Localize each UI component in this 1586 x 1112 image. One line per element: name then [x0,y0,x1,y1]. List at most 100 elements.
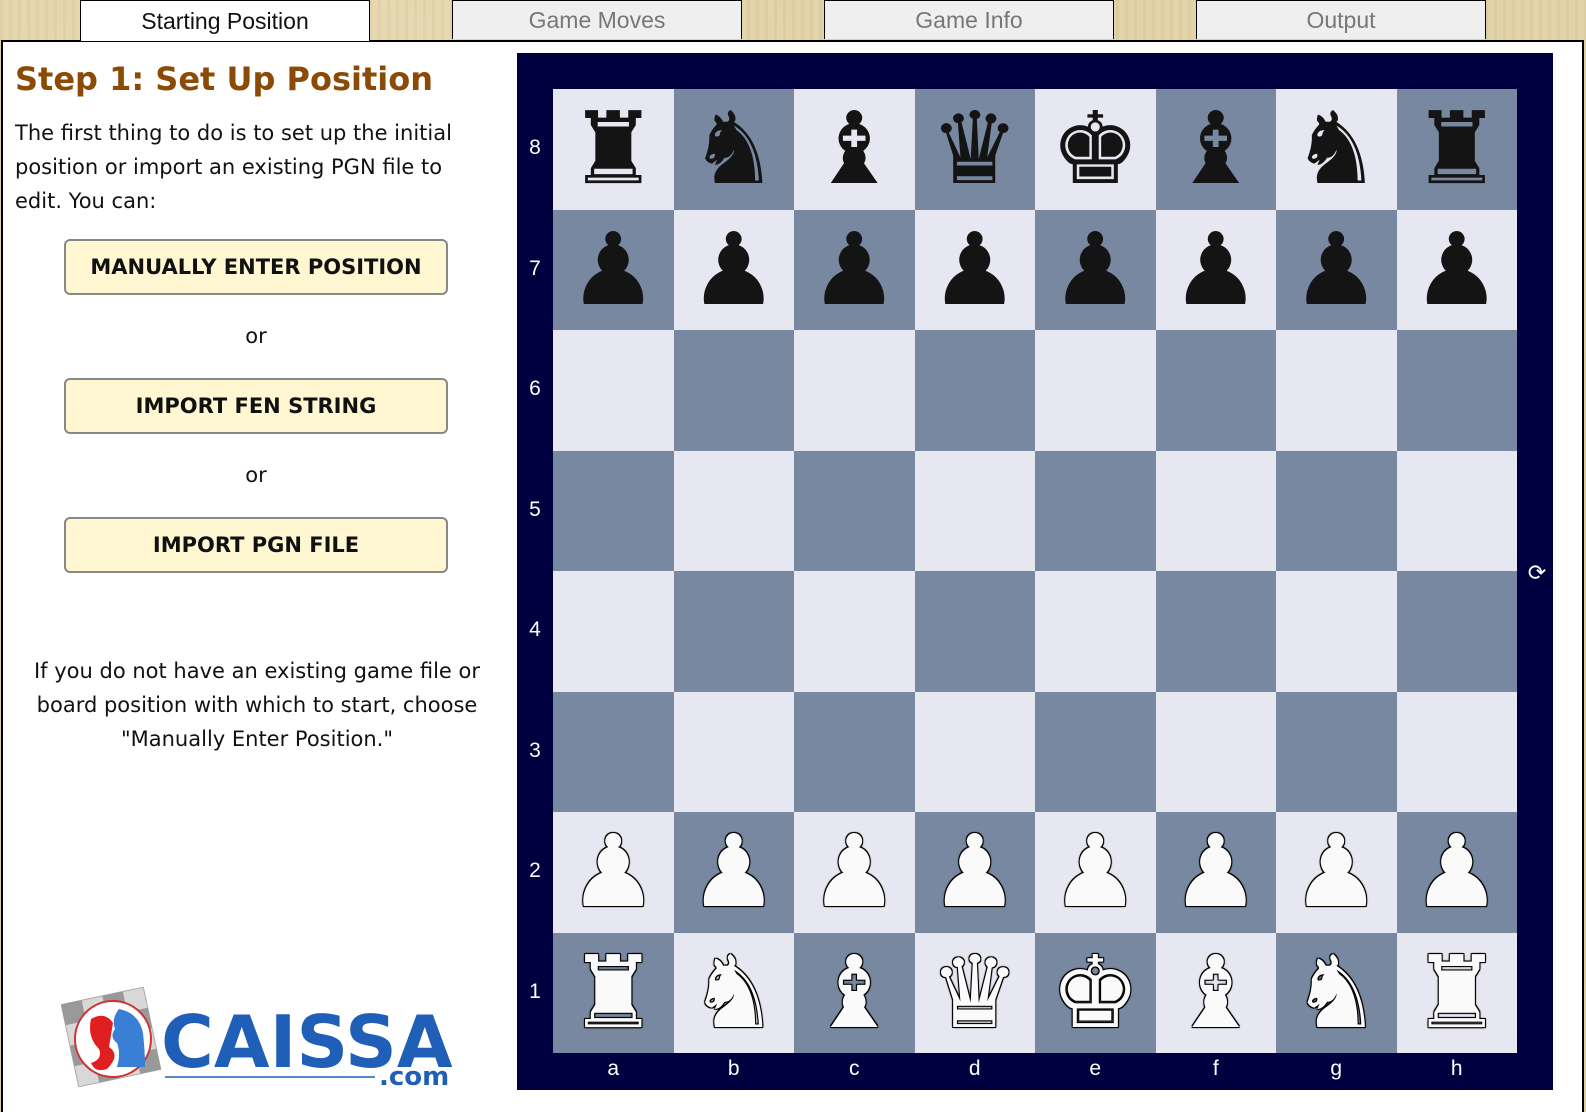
square-g2[interactable]: ♟ [1276,812,1397,933]
black-pawn-piece[interactable]: ♟ [1291,219,1381,320]
square-f6[interactable] [1155,330,1276,451]
square-g7[interactable]: ♟ [1276,209,1397,330]
square-a6[interactable] [553,330,674,451]
black-rook-piece[interactable]: ♜ [1412,99,1502,199]
square-h1[interactable]: ♜ [1396,932,1517,1053]
square-b4[interactable] [673,571,794,692]
square-h6[interactable] [1396,330,1517,451]
square-g1[interactable]: ♞ [1276,932,1397,1053]
black-pawn-piece[interactable]: ♟ [568,219,658,320]
black-pawn-piece[interactable]: ♟ [1050,219,1140,320]
manually-enter-position-button[interactable]: MANUALLY ENTER POSITION [64,239,448,295]
white-bishop-piece[interactable]: ♝ [1171,942,1261,1043]
square-a8[interactable]: ♜ [553,89,674,210]
square-c2[interactable]: ♟ [794,812,915,933]
square-f4[interactable] [1155,571,1276,692]
square-d2[interactable]: ♟ [914,812,1035,933]
square-g6[interactable] [1276,330,1397,451]
square-a5[interactable] [553,450,674,571]
tab-game-info[interactable]: Game Info [824,0,1114,39]
square-e6[interactable] [1035,330,1156,451]
black-pawn-piece[interactable]: ♟ [930,219,1020,320]
square-f1[interactable]: ♝ [1155,932,1276,1053]
white-rook-piece[interactable]: ♜ [1412,942,1502,1043]
square-a2[interactable]: ♟ [553,812,674,933]
square-c8[interactable]: ♝ [794,89,915,210]
square-c7[interactable]: ♟ [794,209,915,330]
white-queen-piece[interactable]: ♛ [930,942,1020,1043]
import-fen-string-button[interactable]: IMPORT FEN STRING [64,378,448,434]
square-e2[interactable]: ♟ [1035,812,1156,933]
square-h8[interactable]: ♜ [1396,89,1517,210]
square-b1[interactable]: ♞ [673,932,794,1053]
black-rook-piece[interactable]: ♜ [568,99,658,199]
square-f7[interactable]: ♟ [1155,209,1276,330]
square-a1[interactable]: ♜ [553,932,674,1053]
white-pawn-piece[interactable]: ♟ [568,822,658,922]
square-d8[interactable]: ♛ [914,89,1035,210]
square-f8[interactable]: ♝ [1155,89,1276,210]
square-d3[interactable] [914,691,1035,812]
square-g3[interactable] [1276,691,1397,812]
white-bishop-piece[interactable]: ♝ [809,942,899,1043]
square-c6[interactable] [794,330,915,451]
square-f3[interactable] [1155,691,1276,812]
square-b8[interactable]: ♞ [673,89,794,210]
tab-game-moves[interactable]: Game Moves [452,0,742,39]
black-knight-piece[interactable]: ♞ [689,99,779,199]
square-d6[interactable] [914,330,1035,451]
square-b7[interactable]: ♟ [673,209,794,330]
square-d1[interactable]: ♛ [914,932,1035,1053]
square-d4[interactable] [914,571,1035,692]
white-pawn-piece[interactable]: ♟ [689,822,779,922]
square-c5[interactable] [794,450,915,571]
square-d7[interactable]: ♟ [914,209,1035,330]
black-knight-piece[interactable]: ♞ [1291,99,1381,199]
flip-board-button[interactable]: ⟳ [1523,559,1551,587]
import-pgn-file-button[interactable]: IMPORT PGN FILE [64,517,448,573]
black-pawn-piece[interactable]: ♟ [1412,219,1502,320]
black-pawn-piece[interactable]: ♟ [1171,219,1261,320]
square-a3[interactable] [553,691,674,812]
square-g4[interactable] [1276,571,1397,692]
black-bishop-piece[interactable]: ♝ [809,99,899,199]
black-pawn-piece[interactable]: ♟ [689,219,779,320]
white-pawn-piece[interactable]: ♟ [809,822,899,922]
square-b5[interactable] [673,450,794,571]
white-king-piece[interactable]: ♚ [1050,942,1140,1043]
black-king-piece[interactable]: ♚ [1050,99,1140,199]
square-g5[interactable] [1276,450,1397,571]
square-g8[interactable]: ♞ [1276,89,1397,210]
tab-output[interactable]: Output [1196,0,1486,39]
square-e3[interactable] [1035,691,1156,812]
white-pawn-piece[interactable]: ♟ [1171,822,1261,922]
square-f5[interactable] [1155,450,1276,571]
white-rook-piece[interactable]: ♜ [568,942,658,1043]
square-e1[interactable]: ♚ [1035,932,1156,1053]
square-c3[interactable] [794,691,915,812]
white-pawn-piece[interactable]: ♟ [1412,822,1502,922]
white-pawn-piece[interactable]: ♟ [1291,822,1381,922]
square-h4[interactable] [1396,571,1517,692]
square-a4[interactable] [553,571,674,692]
square-h2[interactable]: ♟ [1396,812,1517,933]
white-knight-piece[interactable]: ♞ [1291,942,1381,1043]
white-pawn-piece[interactable]: ♟ [1050,822,1140,922]
square-e5[interactable] [1035,450,1156,571]
square-c1[interactable]: ♝ [794,932,915,1053]
square-e7[interactable]: ♟ [1035,209,1156,330]
black-queen-piece[interactable]: ♛ [930,99,1020,199]
square-e8[interactable]: ♚ [1035,89,1156,210]
white-knight-piece[interactable]: ♞ [689,942,779,1043]
black-bishop-piece[interactable]: ♝ [1171,99,1261,199]
white-pawn-piece[interactable]: ♟ [930,822,1020,922]
square-a7[interactable]: ♟ [553,209,674,330]
square-h3[interactable] [1396,691,1517,812]
square-d5[interactable] [914,450,1035,571]
square-e4[interactable] [1035,571,1156,692]
tab-starting-position[interactable]: Starting Position [80,0,370,41]
black-pawn-piece[interactable]: ♟ [809,219,899,320]
square-c4[interactable] [794,571,915,692]
square-h5[interactable] [1396,450,1517,571]
square-f2[interactable]: ♟ [1155,812,1276,933]
